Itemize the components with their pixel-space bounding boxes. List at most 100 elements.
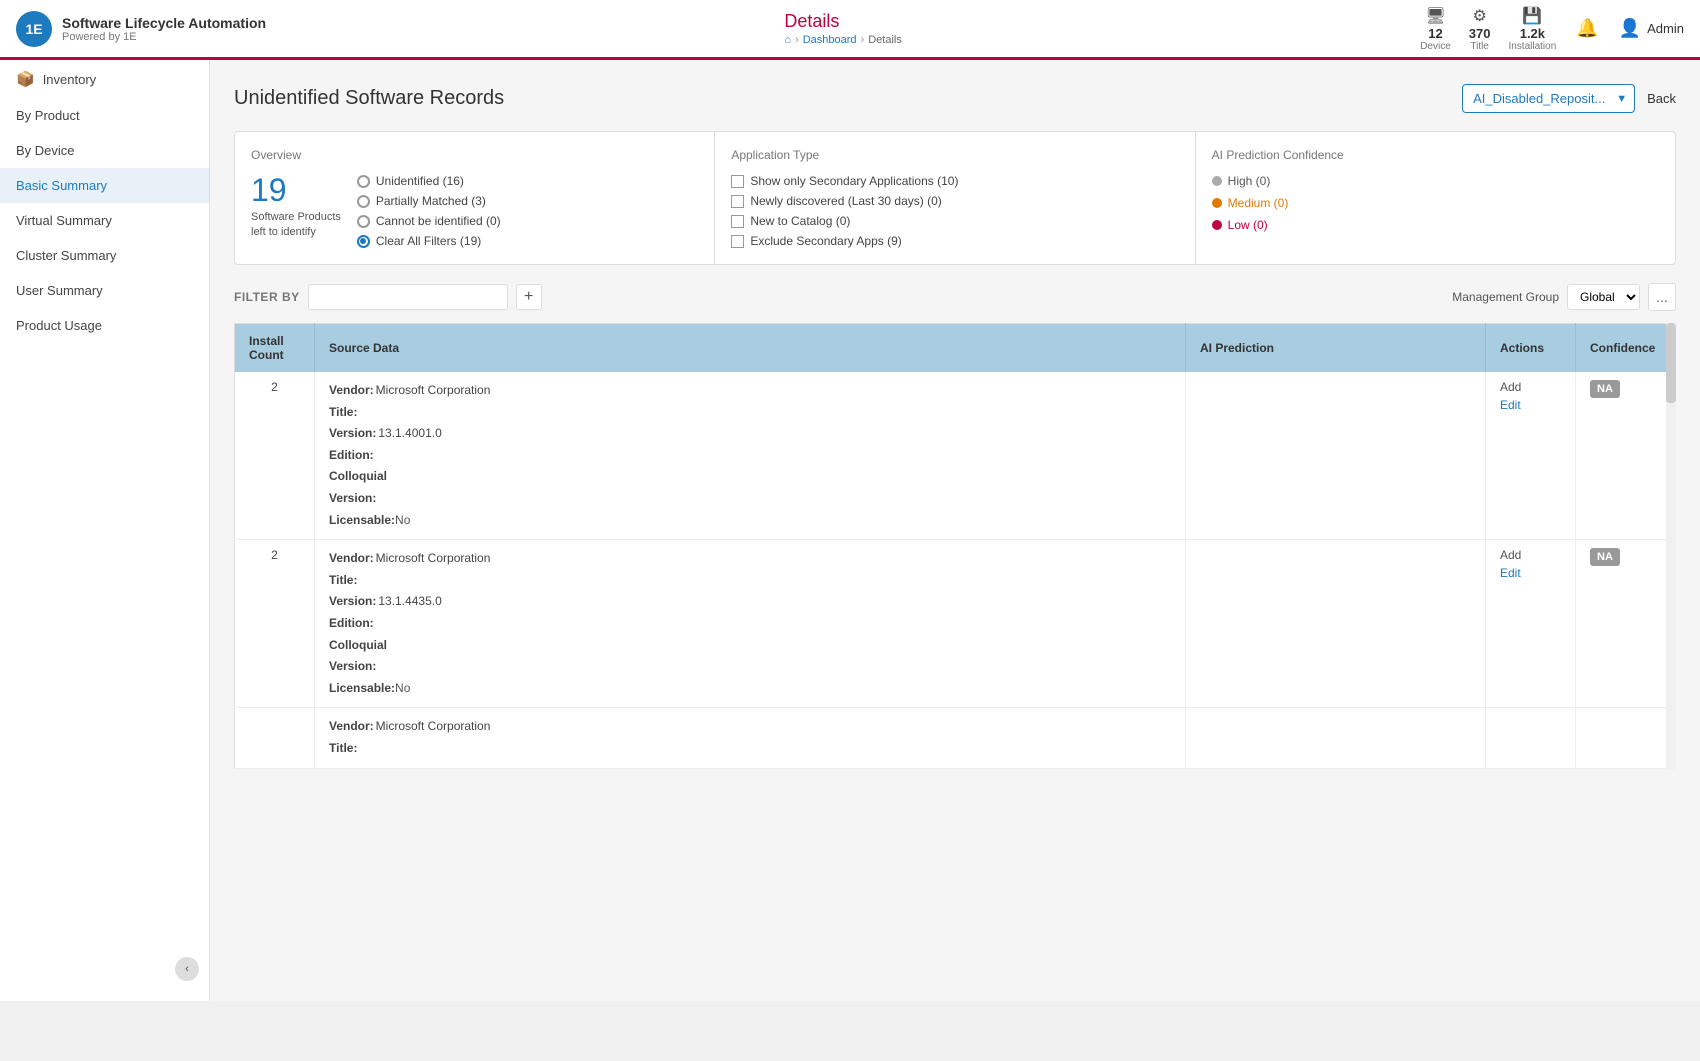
app-subtitle: Powered by 1E (62, 31, 266, 43)
table-row: 2 Vendor:Microsoft Corporation Title: Ve… (235, 372, 1676, 540)
checkbox-newly-discovered[interactable]: Newly discovered (Last 30 days) (0) (731, 194, 1178, 208)
stat-install-value: 1.2k (1520, 26, 1545, 41)
confidence-medium: Medium (0) (1212, 196, 1659, 210)
sidebar-collapse-button[interactable]: ‹ (175, 957, 199, 981)
overview-big-number: 19 (251, 174, 341, 206)
scope-dropdown[interactable]: AI_Disabled_Reposit... (1462, 84, 1635, 113)
add-button-1[interactable]: Add (1500, 380, 1561, 394)
table-row: Vendor:Microsoft Corporation Title: (235, 708, 1676, 768)
checkbox-newly-box (731, 195, 744, 208)
filter-cannot-identify[interactable]: Cannot be identified (0) (357, 214, 501, 228)
filter-add-button[interactable]: + (516, 284, 542, 310)
user-icon: 👤 (1619, 18, 1641, 39)
checkbox-new-to-catalog[interactable]: New to Catalog (0) (731, 214, 1178, 228)
sidebar-item-virtual-summary[interactable]: Virtual Summary (0, 203, 209, 238)
edit-button-2[interactable]: Edit (1500, 566, 1561, 580)
stat-title-label: Title (1470, 41, 1489, 52)
sidebar: 📦 Inventory By Product By Device Basic S… (0, 60, 210, 1001)
filter-partially-matched[interactable]: Partially Matched (3) (357, 194, 501, 208)
header-right: 🖥 12 Device ⚙ 370 Title 💾 1.2k Installat… (1420, 6, 1684, 52)
th-source-data: Source Data (315, 324, 1186, 373)
sidebar-user-summary-label: User Summary (16, 283, 103, 298)
breadcrumb-current: Details (868, 34, 902, 46)
radio-circle-partial (357, 195, 370, 208)
confidence-3 (1576, 708, 1676, 768)
filter-clear-all[interactable]: Clear All Filters (19) (357, 234, 501, 248)
stat-installation: 💾 1.2k Installation (1508, 6, 1556, 52)
sidebar-virtual-summary-label: Virtual Summary (16, 213, 112, 228)
actions-2: Add Edit (1486, 540, 1576, 708)
page-title: Unidentified Software Records (234, 87, 504, 110)
install-count-1: 2 (235, 372, 315, 540)
sidebar-product-usage-label: Product Usage (16, 318, 102, 333)
overview-card-content: 19 Software Products left to identify Un… (251, 174, 698, 248)
app-type-card: Application Type Show only Secondary App… (715, 132, 1195, 264)
install-icon: 💾 (1522, 6, 1542, 26)
checkbox-secondary-apps[interactable]: Show only Secondary Applications (10) (731, 174, 1178, 188)
breadcrumb-dashboard[interactable]: Dashboard (803, 34, 857, 46)
filter-by-label: FILTER BY (234, 290, 300, 304)
table-wrapper: Install Count Source Data AI Prediction … (234, 323, 1676, 769)
confidence-low: Low (0) (1212, 218, 1659, 232)
scrollbar-thumb[interactable] (1666, 323, 1676, 403)
sidebar-item-by-device[interactable]: By Device (0, 133, 209, 168)
confidence-medium-label: Medium (0) (1228, 196, 1289, 210)
filter-row: FILTER BY + Management Group Global ... (234, 283, 1676, 311)
sidebar-inventory-header[interactable]: 📦 Inventory (0, 60, 209, 98)
overview-card-title: Overview (251, 148, 698, 162)
stat-device-label: Device (1420, 41, 1451, 52)
back-button[interactable]: Back (1647, 91, 1676, 106)
sidebar-by-device-label: By Device (16, 143, 75, 158)
sidebar-cluster-summary-label: Cluster Summary (16, 248, 116, 263)
scrollbar-track[interactable] (1666, 323, 1676, 769)
overview-number-block: 19 Software Products left to identify (251, 174, 341, 248)
add-button-2[interactable]: Add (1500, 548, 1561, 562)
source-data-3: Vendor:Microsoft Corporation Title: (315, 708, 1186, 768)
source-data-2: Vendor:Microsoft Corporation Title: Vers… (315, 540, 1186, 708)
th-ai-prediction: AI Prediction (1186, 324, 1486, 373)
na-badge-1: NA (1590, 380, 1620, 398)
sidebar-item-basic-summary[interactable]: Basic Summary (0, 168, 209, 203)
filter-unidentified[interactable]: Unidentified (16) (357, 174, 501, 188)
filter-right: Management Group Global ... (1452, 283, 1676, 311)
notification-bell-icon[interactable]: 🔔 (1576, 18, 1598, 39)
app-type-title: Application Type (731, 148, 1178, 162)
sidebar-basic-summary-label: Basic Summary (16, 178, 107, 193)
admin-label: Admin (1647, 21, 1684, 36)
confidence-high-label: High (0) (1228, 174, 1271, 188)
mgmt-group-select[interactable]: Global (1567, 284, 1640, 310)
main-content: Unidentified Software Records AI_Disable… (210, 60, 1700, 1001)
page-header: Unidentified Software Records AI_Disable… (234, 84, 1676, 113)
edit-button-1[interactable]: Edit (1500, 398, 1561, 412)
sidebar-item-user-summary[interactable]: User Summary (0, 273, 209, 308)
app-logo: 1E (16, 11, 52, 47)
radio-circle-unidentified (357, 175, 370, 188)
confidence-2: NA (1576, 540, 1676, 708)
source-data-1: Vendor:Microsoft Corporation Title: Vers… (315, 372, 1186, 540)
header-left: 1E Software Lifecycle Automation Powered… (16, 11, 266, 47)
user-menu[interactable]: 👤 Admin (1619, 18, 1684, 39)
stat-title-value: 370 (1469, 26, 1491, 41)
sidebar-item-by-product[interactable]: By Product (0, 98, 209, 133)
breadcrumb-sep2: › (861, 34, 865, 46)
filter-more-button[interactable]: ... (1648, 283, 1676, 311)
filter-input[interactable] (308, 284, 508, 310)
breadcrumb-home-icon[interactable]: ⌂ (784, 34, 791, 46)
sidebar-item-product-usage[interactable]: Product Usage (0, 308, 209, 343)
ai-confidence-title: AI Prediction Confidence (1212, 148, 1659, 162)
table-header-row: Install Count Source Data AI Prediction … (235, 324, 1676, 373)
mgmt-group-label: Management Group (1452, 290, 1559, 304)
dot-medium (1212, 198, 1222, 208)
scope-dropdown-wrapper: AI_Disabled_Reposit... ▼ (1462, 84, 1635, 113)
confidence-low-label: Low (0) (1228, 218, 1268, 232)
checkbox-exclude-secondary[interactable]: Exclude Secondary Apps (9) (731, 234, 1178, 248)
overview-filter-list: Unidentified (16) Partially Matched (3) … (357, 174, 501, 248)
sidebar-item-cluster-summary[interactable]: Cluster Summary (0, 238, 209, 273)
top-header: 1E Software Lifecycle Automation Powered… (0, 0, 1700, 60)
app-title: Software Lifecycle Automation (62, 15, 266, 31)
na-badge-2: NA (1590, 548, 1620, 566)
actions-1: Add Edit (1486, 372, 1576, 540)
th-confidence: Confidence (1576, 324, 1676, 373)
install-count-3 (235, 708, 315, 768)
radio-circle-clear (357, 235, 370, 248)
